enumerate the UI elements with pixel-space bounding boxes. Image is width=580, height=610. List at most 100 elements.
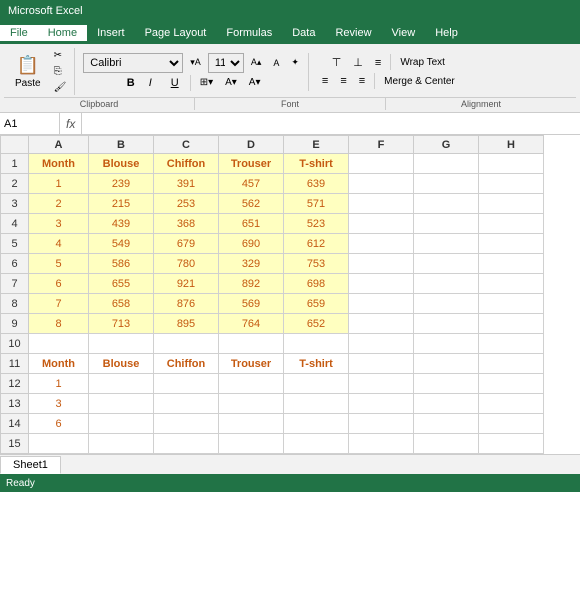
cell-a12[interactable]: 1 [29,374,89,394]
cell-f8[interactable] [349,294,414,314]
cell-d15[interactable] [219,434,284,454]
font-family-select[interactable]: Calibri [83,53,183,73]
cell-g12[interactable] [414,374,479,394]
name-box[interactable]: A1 [0,113,60,134]
cell-h15[interactable] [479,434,544,454]
align-bottom-button[interactable]: ≡ [370,54,386,71]
cell-h10[interactable] [479,334,544,354]
cell-b12[interactable] [89,374,154,394]
cell-h14[interactable] [479,414,544,434]
cell-d12[interactable] [219,374,284,394]
cell-d13[interactable] [219,394,284,414]
cell-e1[interactable]: T-shirt [284,154,349,174]
cell-b7[interactable]: 655 [89,274,154,294]
cell-e5[interactable]: 612 [284,234,349,254]
sheet-tab-1[interactable]: Sheet1 [0,456,61,474]
cell-f9[interactable] [349,314,414,334]
merge-center-button[interactable]: Merge & Center [379,73,460,89]
cell-b8[interactable]: 658 [89,294,154,314]
cell-c15[interactable] [154,434,219,454]
cut-button[interactable]: ✂ [50,48,71,63]
cell-c3[interactable]: 253 [154,194,219,214]
cell-d4[interactable]: 651 [219,214,284,234]
cell-h7[interactable] [479,274,544,294]
italic-button[interactable]: I [144,75,164,91]
cell-d1[interactable]: Trouser [219,154,284,174]
col-header-d[interactable]: D [219,136,284,154]
cell-c8[interactable]: 876 [154,294,219,314]
cell-a5[interactable]: 4 [29,234,89,254]
cell-b15[interactable] [89,434,154,454]
cell-f15[interactable] [349,434,414,454]
cell-d8[interactable]: 569 [219,294,284,314]
cell-e3[interactable]: 571 [284,194,349,214]
cell-a9[interactable]: 8 [29,314,89,334]
cell-c4[interactable]: 368 [154,214,219,234]
cell-f7[interactable] [349,274,414,294]
format-painter-button[interactable]: 🖌 [50,80,71,95]
cell-d6[interactable]: 329 [219,254,284,274]
align-top-button[interactable]: ⊤ [327,54,347,71]
cell-b14[interactable] [89,414,154,434]
cell-a14[interactable]: 6 [29,414,89,434]
cell-c12[interactable] [154,374,219,394]
col-header-a[interactable]: A [29,136,89,154]
cell-c11[interactable]: Chiffon [154,354,219,374]
cell-h1[interactable] [479,154,544,174]
cell-a15[interactable] [29,434,89,454]
cell-e9[interactable]: 652 [284,314,349,334]
cell-g5[interactable] [414,234,479,254]
row-num-11[interactable]: 11 [1,354,29,374]
cell-d14[interactable] [219,414,284,434]
cell-b11[interactable]: Blouse [89,354,154,374]
cell-b3[interactable]: 215 [89,194,154,214]
row-num-4[interactable]: 4 [1,214,29,234]
cell-d10[interactable] [219,334,284,354]
col-header-b[interactable]: B [89,136,154,154]
cell-b2[interactable]: 239 [89,174,154,194]
cell-g2[interactable] [414,174,479,194]
align-right-button[interactable]: ≡ [354,73,370,89]
row-num-9[interactable]: 9 [1,314,29,334]
cell-e7[interactable]: 698 [284,274,349,294]
cell-c7[interactable]: 921 [154,274,219,294]
wrap-text-button[interactable]: Wrap Text [395,54,450,71]
row-num-10[interactable]: 10 [1,334,29,354]
cell-g1[interactable] [414,154,479,174]
cell-d5[interactable]: 690 [219,234,284,254]
cell-g10[interactable] [414,334,479,354]
menu-file[interactable]: File [0,25,38,41]
bold-button[interactable]: B [122,75,142,91]
row-num-14[interactable]: 14 [1,414,29,434]
menu-help[interactable]: Help [425,25,468,41]
cell-c6[interactable]: 780 [154,254,219,274]
cell-e2[interactable]: 639 [284,174,349,194]
cell-g7[interactable] [414,274,479,294]
cell-c13[interactable] [154,394,219,414]
row-num-8[interactable]: 8 [1,294,29,314]
menu-home[interactable]: Home [38,25,87,41]
cell-a2[interactable]: 1 [29,174,89,194]
col-header-g[interactable]: G [414,136,479,154]
align-middle-button[interactable]: ⊥ [348,54,368,71]
cell-e4[interactable]: 523 [284,214,349,234]
increase-font-btn2[interactable]: A [268,56,284,70]
formula-input[interactable] [82,113,580,134]
cell-b4[interactable]: 439 [89,214,154,234]
copy-button[interactable]: ⎘ [50,64,71,79]
row-num-6[interactable]: 6 [1,254,29,274]
cell-h4[interactable] [479,214,544,234]
cell-c2[interactable]: 391 [154,174,219,194]
cell-h12[interactable] [479,374,544,394]
row-num-3[interactable]: 3 [1,194,29,214]
row-num-13[interactable]: 13 [1,394,29,414]
increase-font-button[interactable]: A▴ [246,55,267,70]
cell-b9[interactable]: 713 [89,314,154,334]
row-num-2[interactable]: 2 [1,174,29,194]
cell-c10[interactable] [154,334,219,354]
cell-a1[interactable]: Month [29,154,89,174]
cell-h3[interactable] [479,194,544,214]
cell-e6[interactable]: 753 [284,254,349,274]
cell-g6[interactable] [414,254,479,274]
cell-a13[interactable]: 3 [29,394,89,414]
